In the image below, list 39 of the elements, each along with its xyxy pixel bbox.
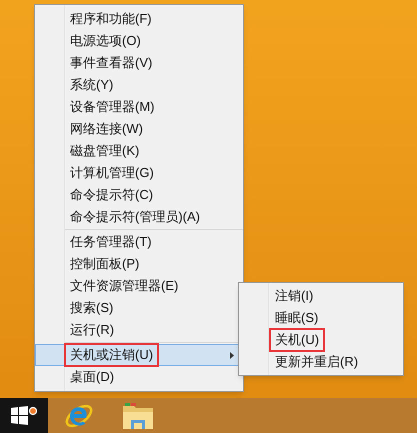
- menu-item-label: 运行(R): [69, 321, 116, 339]
- menu-item-label: 控制面板(P): [69, 255, 140, 273]
- menu-item[interactable]: 磁盘管理(K): [35, 140, 243, 162]
- menu-item[interactable]: 控制面板(P): [35, 253, 243, 275]
- menu-item[interactable]: 睡眠(S): [239, 307, 403, 329]
- menu-item-label: 关机(U): [269, 328, 326, 352]
- folder-icon[interactable]: [122, 402, 154, 430]
- menu-item-label: 电源选项(O): [69, 32, 142, 50]
- menu-item-label: 设备管理器(M): [69, 98, 156, 116]
- menu-item[interactable]: 命令提示符(管理员)(A): [35, 206, 243, 228]
- menu-item[interactable]: 注销(I): [239, 285, 403, 307]
- menu-item-label: 任务管理器(T): [69, 233, 153, 251]
- menu-item-label: 系统(Y): [69, 76, 114, 94]
- menu-item-label: 睡眠(S): [274, 309, 320, 327]
- menu-item-label: 注销(I): [274, 287, 314, 305]
- menu-item-label: 事件查看器(V): [69, 54, 154, 72]
- menu-item[interactable]: 系统(Y): [35, 74, 243, 96]
- menu-item-label: 命令提示符(C): [69, 186, 154, 204]
- menu-item[interactable]: 电源选项(O): [35, 30, 243, 52]
- menu-item[interactable]: 程序和功能(F): [35, 8, 243, 30]
- menu-item-label: 程序和功能(F): [69, 10, 153, 28]
- menu-item-label: 磁盘管理(K): [69, 142, 140, 160]
- start-button[interactable]: [0, 398, 48, 433]
- menu-item-label: 网络连接(W): [69, 120, 144, 138]
- windows-logo-icon: [11, 404, 37, 426]
- menu-item-label: 桌面(D): [69, 368, 116, 386]
- menu-item[interactable]: 网络连接(W): [35, 118, 243, 140]
- menu-item-label: 更新并重启(R): [274, 353, 360, 371]
- menu-item[interactable]: 事件查看器(V): [35, 52, 243, 74]
- menu-item-label: 搜索(S): [69, 299, 114, 317]
- submenu-arrow-icon: [230, 352, 234, 359]
- menu-item[interactable]: 设备管理器(M): [35, 96, 243, 118]
- menu-item-label: 文件资源管理器(E): [69, 277, 180, 295]
- menu-item[interactable]: 命令提示符(C): [35, 184, 243, 206]
- menu-item[interactable]: 计算机管理(G): [35, 162, 243, 184]
- menu-item-label: 关机或注销(U): [64, 343, 160, 367]
- menu-item[interactable]: 任务管理器(T): [35, 231, 243, 253]
- menu-item-label: 命令提示符(管理员)(A): [69, 208, 201, 226]
- menu-item-label: 计算机管理(G): [69, 164, 155, 182]
